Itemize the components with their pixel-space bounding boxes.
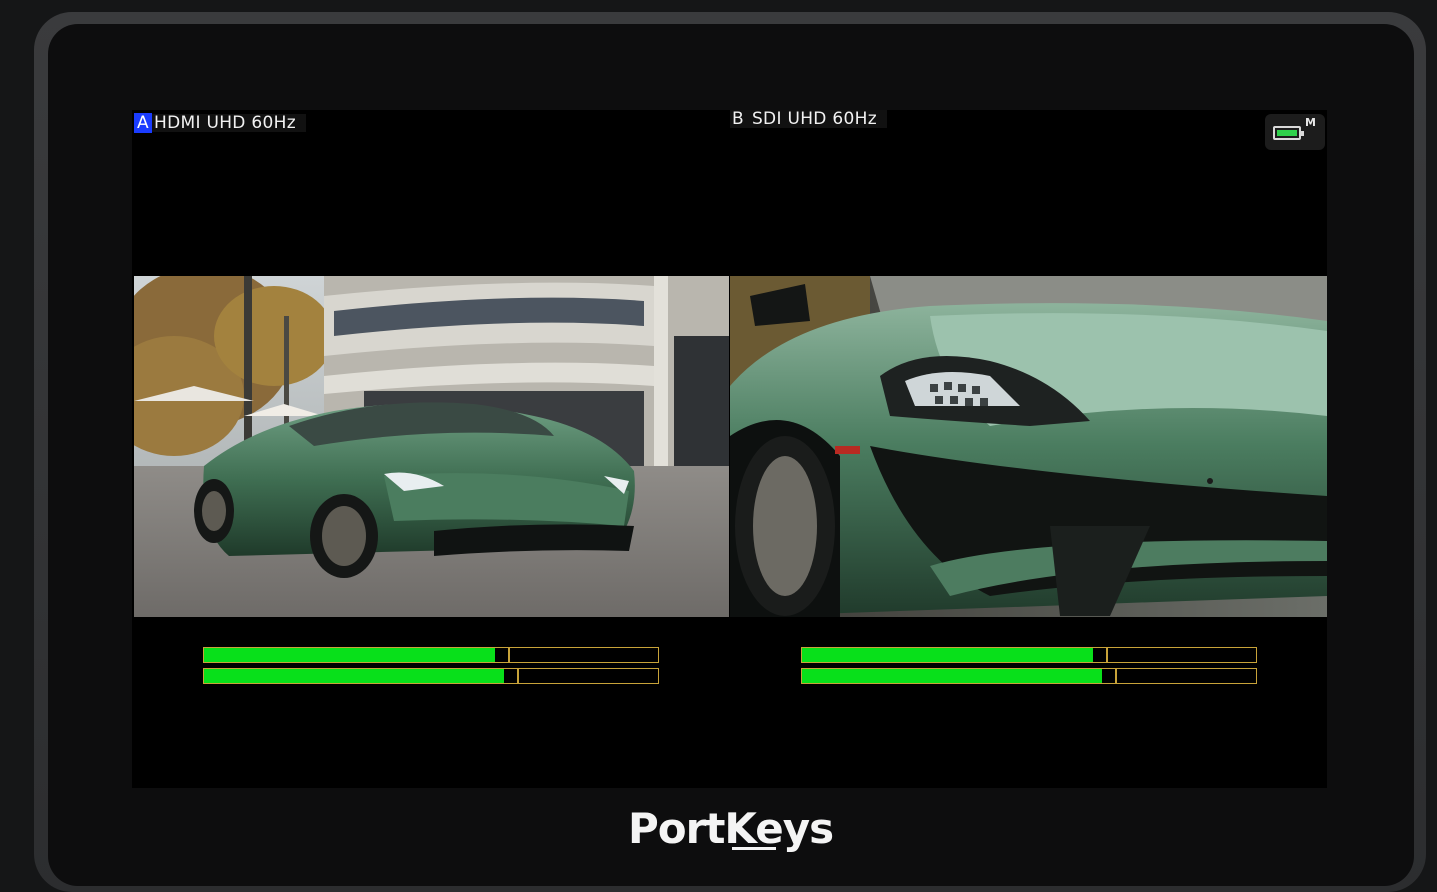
audio-meter-a-ch2 [203,668,659,684]
audio-meter-peak [1115,669,1118,683]
source-a-label[interactable]: A HDMI UHD 60Hz [134,113,306,133]
battery-icon [1273,126,1304,140]
audio-meter-level [204,669,504,683]
audio-meters-b [801,647,1257,689]
source-b-badge: B [732,109,744,129]
battery-status[interactable]: M [1265,114,1325,150]
audio-meter-level [204,648,495,662]
portkeys-logo: PortKeys [628,800,834,858]
source-b-label[interactable]: B SDI UHD 60Hz [730,109,887,129]
audio-meter-peak [1106,648,1109,662]
battery-level [1277,130,1297,136]
car-closeup-image [730,276,1327,617]
audio-meter-peak [517,669,520,683]
source-b-format: SDI UHD 60Hz [751,109,877,129]
audio-meter-level [802,648,1093,662]
audio-meter-level [802,669,1102,683]
audio-meter-b-ch1 [801,647,1257,663]
audio-meter-b-ch2 [801,668,1257,684]
logo-underline [732,847,776,850]
audio-meter-a-ch1 [203,647,659,663]
audio-meters-a [203,647,659,689]
audio-meter-peak [508,648,511,662]
monitor-screen: A HDMI UHD 60Hz B SDI UHD 60Hz M [132,109,1327,788]
battery-mode-indicator: M [1305,116,1316,129]
logo-text: PortKeys [628,804,834,853]
source-a-badge: A [134,113,152,133]
car-wide-shot-image [134,276,729,617]
video-view-a[interactable] [134,276,729,617]
video-view-b[interactable] [730,276,1327,617]
source-a-format: HDMI UHD 60Hz [154,113,296,133]
